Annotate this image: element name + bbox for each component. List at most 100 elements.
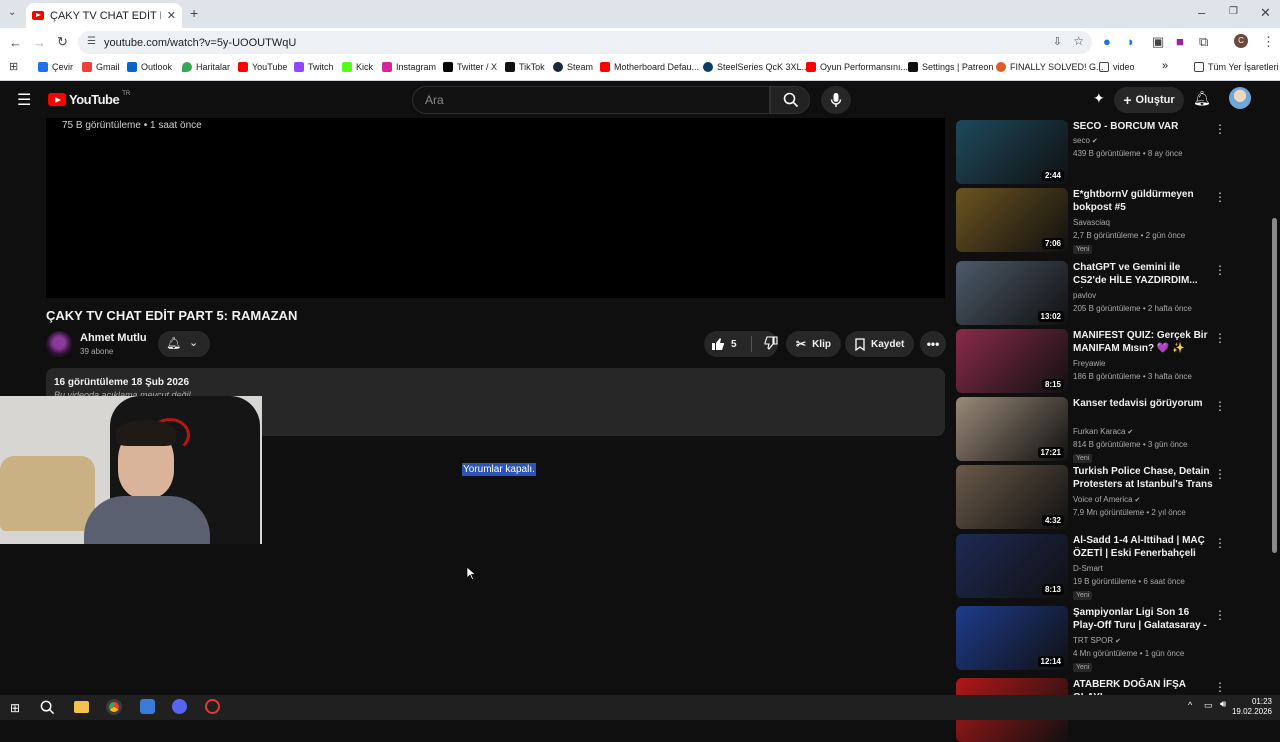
- more-actions-button[interactable]: •••: [920, 331, 946, 357]
- volume-icon[interactable]: 🔊︎: [1220, 699, 1226, 710]
- related-video-channel[interactable]: D-Smart: [1073, 564, 1103, 573]
- related-video-item[interactable]: 7:06 E*ghtbornV güldürmeyen bokpost #5 Sav…: [956, 188, 1240, 254]
- search-input[interactable]: Ara: [412, 86, 770, 114]
- more-options-icon[interactable]: ⋮: [1214, 331, 1226, 345]
- related-video-item[interactable]: 4:32 Turkish Police Chase, Detain Protest…: [956, 465, 1240, 529]
- hamburger-menu-icon[interactable]: ☰: [17, 90, 31, 110]
- like-button[interactable]: 5: [704, 337, 745, 351]
- channel-avatar[interactable]: [46, 331, 72, 357]
- related-video-title[interactable]: Şampiyonlar Ligi Son 16 Play-Off Turu | …: [1073, 606, 1213, 633]
- channel-name[interactable]: Ahmet Mutlu: [80, 332, 147, 344]
- scrollbar-thumb[interactable]: [1272, 218, 1277, 553]
- extension-icon[interactable]: ■: [1176, 35, 1184, 48]
- related-video-title[interactable]: Al-Sadd 1-4 Al-Ittihad | MAÇ ÖZETİ | Esk…: [1073, 534, 1213, 561]
- related-video-item[interactable]: 13:02 ChatGPT ve Gemini ile CS2'de HİLE Y…: [956, 261, 1240, 325]
- more-options-icon[interactable]: ⋮: [1214, 122, 1226, 136]
- network-icon[interactable]: ▭: [1204, 700, 1213, 711]
- more-options-icon[interactable]: ⋮: [1214, 399, 1226, 413]
- bookmark-item[interactable]: Motherboard Defau...: [600, 62, 699, 72]
- video-thumbnail[interactable]: 4:32: [956, 465, 1068, 529]
- menu-kebab-icon[interactable]: ⋮: [1262, 35, 1275, 48]
- bookmark-item[interactable]: Gmail: [82, 62, 120, 72]
- bookmark-item[interactable]: Outlook: [127, 62, 172, 72]
- bookmarks-overflow[interactable]: »: [1162, 60, 1168, 72]
- bookmark-item[interactable]: Twitch: [294, 62, 334, 72]
- dislike-button[interactable]: [758, 335, 778, 353]
- related-video-channel[interactable]: pavlov: [1073, 291, 1096, 300]
- related-video-item[interactable]: 8:15 MANIFEST QUIZ: Gerçek Bir MANIFAM Mı…: [956, 329, 1240, 393]
- related-video-channel[interactable]: seco ✔: [1073, 136, 1098, 145]
- more-options-icon[interactable]: ⋮: [1214, 536, 1226, 550]
- bookmark-item[interactable]: YouTube: [238, 62, 287, 72]
- related-video-title[interactable]: MANIFEST QUIZ: Gerçek Bir MANIFAM Mısın?…: [1073, 329, 1213, 355]
- close-tab-icon[interactable]: ✕: [167, 9, 176, 22]
- related-video-title[interactable]: ChatGPT ve Gemini ile CS2'de HİLE YAZDIR…: [1073, 261, 1213, 288]
- restore-icon[interactable]: ❐: [1229, 7, 1238, 17]
- video-thumbnail[interactable]: 17:21: [956, 397, 1068, 461]
- related-video-title[interactable]: E*ghtbornV güldürmeyen bokpost #5: [1073, 188, 1213, 214]
- more-options-icon[interactable]: ⋮: [1214, 467, 1226, 481]
- bookmark-item[interactable]: Haritalar: [182, 62, 230, 72]
- bookmark-item[interactable]: FINALLY SOLVED! G...: [996, 62, 1104, 72]
- minimize-icon[interactable]: –: [1198, 6, 1205, 19]
- voice-search-button[interactable]: [821, 86, 851, 114]
- all-bookmarks-folder[interactable]: Tüm Yer İşaretleri: [1194, 62, 1279, 72]
- forward-icon[interactable]: →: [33, 36, 46, 49]
- related-video-title[interactable]: Turkish Police Chase, Detain Protesters …: [1073, 465, 1213, 492]
- bookmark-item[interactable]: Instagram: [382, 62, 436, 72]
- close-window-icon[interactable]: ✕: [1260, 6, 1271, 19]
- bookmark-item[interactable]: Twitter / X: [443, 62, 497, 72]
- reload-icon[interactable]: ↻: [57, 35, 68, 48]
- app-icon[interactable]: [140, 699, 155, 714]
- bookmark-folder[interactable]: video: [1099, 62, 1135, 72]
- apps-grid-icon[interactable]: ⊞: [9, 62, 18, 73]
- extension-icon[interactable]: ▣: [1152, 35, 1164, 48]
- related-video-channel[interactable]: Furkan Karaca ✔: [1073, 427, 1133, 436]
- related-video-item[interactable]: 12:14 Şampiyonlar Ligi Son 16 Play-Off Tu…: [956, 606, 1240, 672]
- back-icon[interactable]: ←: [9, 36, 22, 49]
- new-tab-icon[interactable]: +: [190, 6, 198, 20]
- more-options-icon[interactable]: ⋮: [1214, 680, 1226, 694]
- tab-search-icon[interactable]: ⌄: [8, 8, 16, 18]
- video-thumbnail[interactable]: 8:13: [956, 534, 1068, 598]
- related-video-title[interactable]: Kanser tedavisi görüyorum: [1073, 397, 1213, 410]
- system-clock[interactable]: 01:23 19.02.2026: [1232, 697, 1272, 717]
- youtube-logo[interactable]: YouTube TR: [48, 91, 130, 107]
- notifications-bell-icon[interactable]: 🔔︎: [1193, 90, 1211, 107]
- video-thumbnail[interactable]: 12:14: [956, 606, 1068, 670]
- clip-button[interactable]: ✂ Klip: [786, 331, 841, 357]
- tray-chevron-icon[interactable]: ^: [1188, 700, 1192, 710]
- search-button[interactable]: [770, 86, 810, 114]
- video-thumbnail[interactable]: 13:02: [956, 261, 1068, 325]
- app-icon[interactable]: [172, 699, 187, 714]
- related-video-channel[interactable]: Voice of America ✔: [1073, 495, 1140, 504]
- video-player[interactable]: 75 B görüntüleme • 1 saat önce: [46, 118, 945, 298]
- extension-icon[interactable]: ●: [1103, 35, 1111, 48]
- more-options-icon[interactable]: ⋮: [1214, 608, 1226, 622]
- save-button[interactable]: Kaydet: [845, 331, 915, 357]
- app-icon[interactable]: [205, 699, 220, 714]
- account-avatar[interactable]: [1229, 87, 1251, 109]
- related-video-channel[interactable]: Savasciaq: [1073, 218, 1110, 227]
- bookmark-item[interactable]: Çevir: [38, 62, 73, 72]
- chrome-icon[interactable]: [106, 699, 122, 715]
- bookmark-item[interactable]: Settings | Patreon: [908, 62, 993, 72]
- create-button[interactable]: + Oluştur: [1114, 87, 1184, 113]
- video-thumbnail[interactable]: 2:44: [956, 120, 1068, 184]
- search-icon[interactable]: [40, 700, 55, 715]
- bookmark-item[interactable]: TikTok: [505, 62, 545, 72]
- install-icon[interactable]: ⇩: [1053, 35, 1062, 48]
- profile-avatar-icon[interactable]: C: [1234, 34, 1248, 48]
- bookmark-item[interactable]: Kick: [342, 62, 373, 72]
- related-video-channel[interactable]: Freyawie: [1073, 359, 1105, 368]
- windows-start-icon[interactable]: ⊞: [10, 701, 20, 715]
- bookmark-item[interactable]: Steam: [553, 62, 593, 72]
- browser-tab[interactable]: ÇAKY TV CHAT EDİT PART 5: RA ✕: [26, 3, 182, 28]
- related-video-item[interactable]: 8:13 Al-Sadd 1-4 Al-Ittihad | MAÇ ÖZETİ |…: [956, 534, 1240, 600]
- more-options-icon[interactable]: ⋮: [1214, 263, 1226, 277]
- casting-sparkle-icon[interactable]: ✦: [1093, 90, 1105, 107]
- page-scrollbar[interactable]: [1270, 118, 1278, 695]
- more-options-icon[interactable]: ⋮: [1214, 190, 1226, 204]
- extensions-puzzle-icon[interactable]: ⧉: [1199, 35, 1208, 48]
- bookmark-item[interactable]: Oyun Performansını...: [806, 62, 908, 72]
